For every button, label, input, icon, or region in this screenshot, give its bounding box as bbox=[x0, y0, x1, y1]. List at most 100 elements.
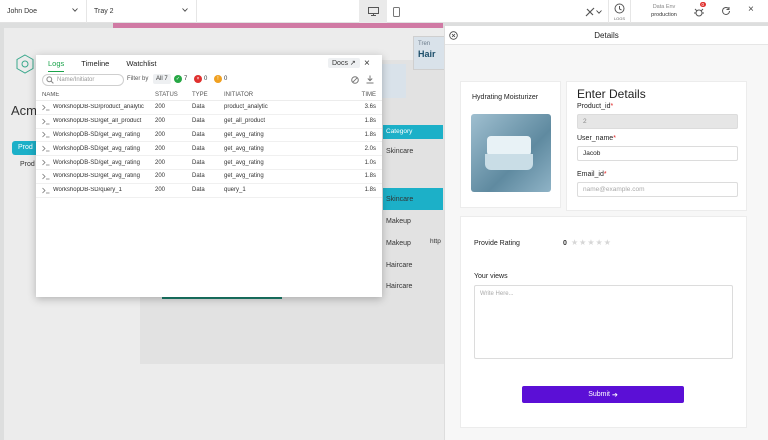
fetch-icon bbox=[42, 187, 50, 194]
email-field[interactable]: name@example.com bbox=[577, 182, 738, 197]
log-type: Data bbox=[192, 187, 205, 194]
log-row[interactable]: WorkshopDB-SD/query_1 200 Data query_1 1.8s bbox=[36, 184, 382, 198]
log-type: Data bbox=[192, 131, 205, 138]
filter-warn-count[interactable]: 0 bbox=[224, 76, 227, 82]
star-icon[interactable]: ★ bbox=[571, 238, 579, 247]
filter-by-label: Filter by bbox=[127, 76, 149, 82]
log-status: 200 bbox=[155, 104, 166, 111]
star-icon[interactable]: ★ bbox=[596, 238, 604, 247]
filter-error-count[interactable]: 0 bbox=[204, 76, 207, 82]
log-type: Data bbox=[192, 159, 205, 166]
fetch-icon bbox=[42, 159, 50, 166]
log-row[interactable]: WorkshopDB-SD/get_avg_rating 200 Data get_a… bbox=[36, 129, 382, 143]
close-button[interactable]: × bbox=[748, 4, 754, 15]
app-logo-icon bbox=[16, 54, 34, 74]
mobile-view-button[interactable] bbox=[382, 0, 410, 23]
logs-search-input[interactable]: Name/Initiator bbox=[42, 74, 124, 86]
tray-select-value: Tray 2 bbox=[94, 8, 114, 15]
fetch-icon bbox=[42, 104, 50, 111]
docs-button[interactable]: Docs ↗ bbox=[328, 58, 360, 68]
views-textarea[interactable]: Write Here... bbox=[474, 285, 733, 359]
sidebar-item[interactable]: Prod bbox=[20, 161, 35, 168]
trend-label: Tren bbox=[418, 41, 431, 47]
log-name-cell: WorkshopDB-SD/get_avg_rating bbox=[36, 145, 155, 152]
chevron-down-icon bbox=[182, 8, 188, 12]
warning-icon: ! bbox=[214, 75, 222, 83]
enter-details-card: Enter Details Product_id* 2 User_name* J… bbox=[566, 81, 747, 211]
user-name-field[interactable]: Jacob bbox=[577, 146, 738, 161]
filter-ok-count[interactable]: 7 bbox=[184, 76, 187, 82]
download-icon[interactable] bbox=[366, 75, 374, 84]
log-name-cell: WorkshopDB-SD/get_avg_rating bbox=[36, 173, 155, 180]
log-row[interactable]: WorkshopDB-SD/get_avg_rating 200 Data get_a… bbox=[36, 170, 382, 184]
close-logs-button[interactable]: × bbox=[364, 58, 370, 69]
rating-card: Provide Rating 0 ★★★★★ Your views Write … bbox=[460, 216, 747, 428]
column-header-name: NAME bbox=[42, 91, 60, 98]
category-cell-extra: http bbox=[430, 238, 441, 245]
log-initiator: query_1 bbox=[224, 187, 246, 194]
arrow-right-icon: ➔ bbox=[611, 391, 618, 399]
close-icon: × bbox=[364, 58, 370, 69]
tray-select[interactable]: Tray 2 bbox=[87, 0, 197, 23]
star-icon[interactable]: ★ bbox=[604, 238, 612, 247]
log-initiator: get_avg_rating bbox=[224, 173, 264, 180]
log-name: WorkshopDB-SD/get_avg_rating bbox=[53, 173, 140, 180]
settings-menu-button[interactable] bbox=[584, 5, 608, 18]
refresh-button[interactable] bbox=[721, 6, 731, 18]
log-status: 200 bbox=[155, 145, 166, 152]
log-type: Data bbox=[192, 104, 205, 111]
log-name-cell: WorkshopDB-SD/query_1 bbox=[36, 187, 155, 194]
log-name: WorkshopDB-SD/get_avg_rating bbox=[53, 145, 140, 152]
log-row[interactable]: WorkshopDB-SD/get_avg_rating 200 Data get_a… bbox=[36, 156, 382, 170]
log-status: 200 bbox=[155, 131, 166, 138]
log-row[interactable]: WorkshopDB-SD/product_analytic 200 Data pro… bbox=[36, 101, 382, 115]
log-name-cell: WorkshopDB-SD/get_all_product bbox=[36, 118, 155, 125]
category-cell: Makeup bbox=[386, 217, 411, 225]
top-bar: John Doe Tray 2 LOGS Data Env production… bbox=[0, 0, 768, 23]
user-name-label: User_name* bbox=[577, 135, 616, 142]
submit-button[interactable]: Submit ➔ bbox=[522, 386, 684, 403]
fetch-icon bbox=[42, 132, 50, 138]
rating-stars[interactable]: ★★★★★ bbox=[571, 238, 612, 247]
data-env-value: production bbox=[651, 12, 677, 18]
product-card: Hydrating Moisturizer bbox=[460, 81, 561, 208]
log-type: Data bbox=[192, 173, 205, 180]
log-initiator: get_all_product bbox=[224, 118, 266, 125]
product-image bbox=[471, 114, 551, 192]
data-env-selector[interactable]: Data Env production bbox=[640, 3, 688, 21]
logs-button[interactable]: LOGS bbox=[608, 0, 631, 23]
close-circle-icon[interactable] bbox=[449, 31, 458, 40]
star-icon[interactable]: ★ bbox=[587, 238, 595, 247]
chevron-down-icon bbox=[72, 8, 78, 12]
notifications-button[interactable]: 0 bbox=[693, 2, 707, 18]
logs-filter-bar: Name/Initiator Filter by All 7 ✓ 7 × 0 !… bbox=[36, 72, 382, 89]
email-label: Email_id* bbox=[577, 171, 607, 178]
log-status: 200 bbox=[155, 187, 166, 194]
log-name-cell: WorkshopDB-SD/get_avg_rating bbox=[36, 131, 155, 138]
log-status: 200 bbox=[155, 159, 166, 166]
log-initiator: get_avg_rating bbox=[224, 159, 264, 166]
filter-all-chip[interactable]: All 7 bbox=[153, 74, 171, 84]
product-id-field[interactable]: 2 bbox=[577, 114, 738, 129]
logs-table-body: WorkshopDB-SD/product_analytic 200 Data pro… bbox=[36, 101, 382, 198]
form-title: Enter Details bbox=[577, 87, 646, 101]
tab-timeline[interactable]: Timeline bbox=[81, 55, 109, 72]
log-row[interactable]: WorkshopDB-SD/get_all_product 200 Data get_… bbox=[36, 115, 382, 129]
log-name: WorkshopDB-SD/query_1 bbox=[53, 187, 122, 194]
tab-watchlist[interactable]: Watchlist bbox=[126, 55, 156, 72]
logs-icon bbox=[614, 3, 625, 14]
log-name-cell: WorkshopDB-SD/product_analytic bbox=[36, 104, 155, 111]
trend-card: Tren Hair bbox=[413, 36, 447, 70]
clear-icon[interactable] bbox=[351, 76, 359, 84]
rating-label: Provide Rating bbox=[474, 240, 520, 247]
user-select[interactable]: John Doe bbox=[0, 0, 87, 23]
tab-logs[interactable]: Logs bbox=[48, 55, 65, 72]
refresh-icon bbox=[722, 6, 730, 15]
notification-badge: 0 bbox=[700, 2, 706, 7]
log-row[interactable]: WorkshopDB-SD/get_avg_rating 200 Data get_a… bbox=[36, 142, 382, 157]
log-name: WorkshopDB-SD/get_avg_rating bbox=[53, 159, 140, 166]
log-type: Data bbox=[192, 145, 205, 152]
data-env-label: Data Env bbox=[652, 4, 676, 10]
fetch-icon bbox=[42, 173, 50, 180]
views-label: Your views bbox=[474, 273, 508, 280]
